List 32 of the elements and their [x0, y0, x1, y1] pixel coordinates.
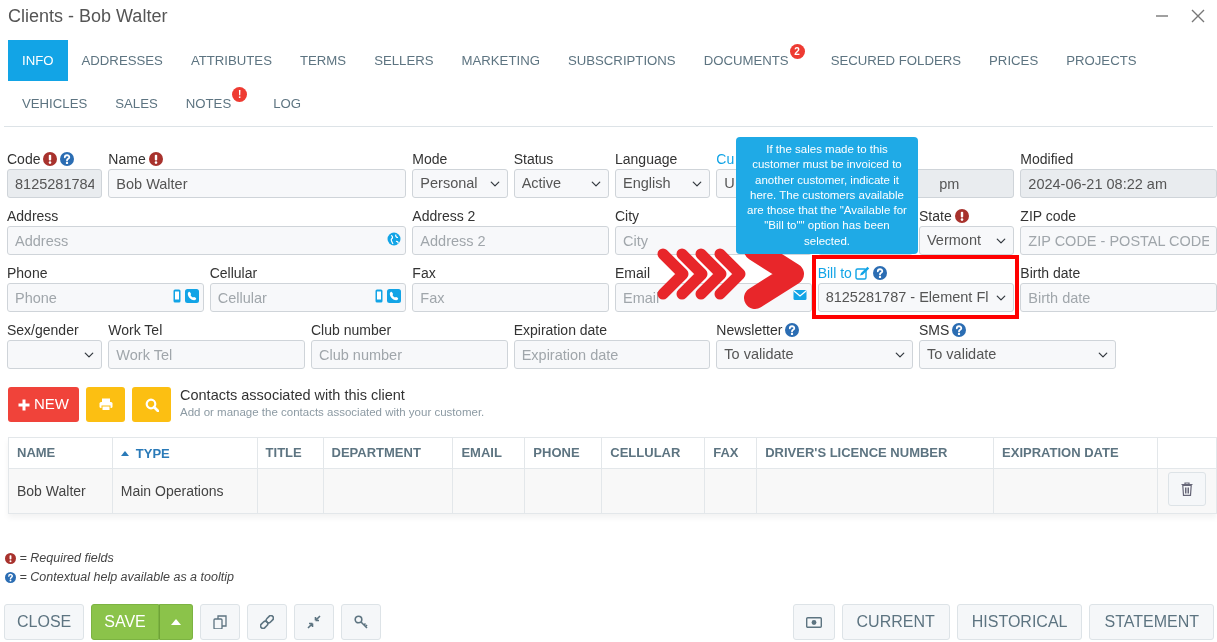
field-label: Sex/gender — [7, 320, 79, 340]
field-label: Email — [615, 263, 650, 283]
field-label: Expiration date — [513, 320, 608, 340]
field-label: Language — [615, 149, 678, 169]
window-title: Clients - Bob Walter — [8, 4, 168, 28]
field-label: Code — [7, 149, 41, 169]
field-label: Status — [513, 149, 554, 169]
field-label: City — [615, 206, 640, 226]
field-label: Address — [7, 206, 59, 226]
field-label: Modified — [1020, 149, 1074, 169]
field-label: Birth date — [1020, 263, 1081, 283]
count-badge: ! — [232, 87, 248, 102]
field-label: Name — [108, 149, 146, 169]
legend-text: = Required fields — [19, 550, 114, 567]
field-label: Fax — [412, 263, 436, 283]
table-cell: Main Operations — [112, 468, 258, 514]
table-cell: Bob Walter — [8, 468, 113, 514]
field-label: Club number — [311, 320, 392, 340]
field-label: Cellular — [209, 263, 258, 283]
field-label: Mode — [412, 149, 448, 169]
field-label: ZIP code — [1020, 206, 1077, 226]
section-title: Contacts associated with this client — [180, 387, 406, 405]
field-label: Newsletter — [716, 320, 783, 340]
tooltip: If the sales made to this customer must be invoiced to another customer, indicate it here. The customers available are those that the "Available for "Bill to"" option has been selected. — [736, 137, 918, 254]
field-label: Address 2 — [412, 206, 476, 226]
field-label: SMS — [919, 320, 950, 340]
field-label: State — [919, 206, 952, 226]
legend-text: = Contextual help available as a tooltip — [19, 569, 234, 586]
count-badge: 2 — [789, 44, 805, 59]
section-subtitle: Add or manage the contacts associated with your customer. — [180, 405, 485, 421]
field-label: Work Tel — [108, 320, 163, 340]
field-label: Phone — [7, 263, 48, 283]
